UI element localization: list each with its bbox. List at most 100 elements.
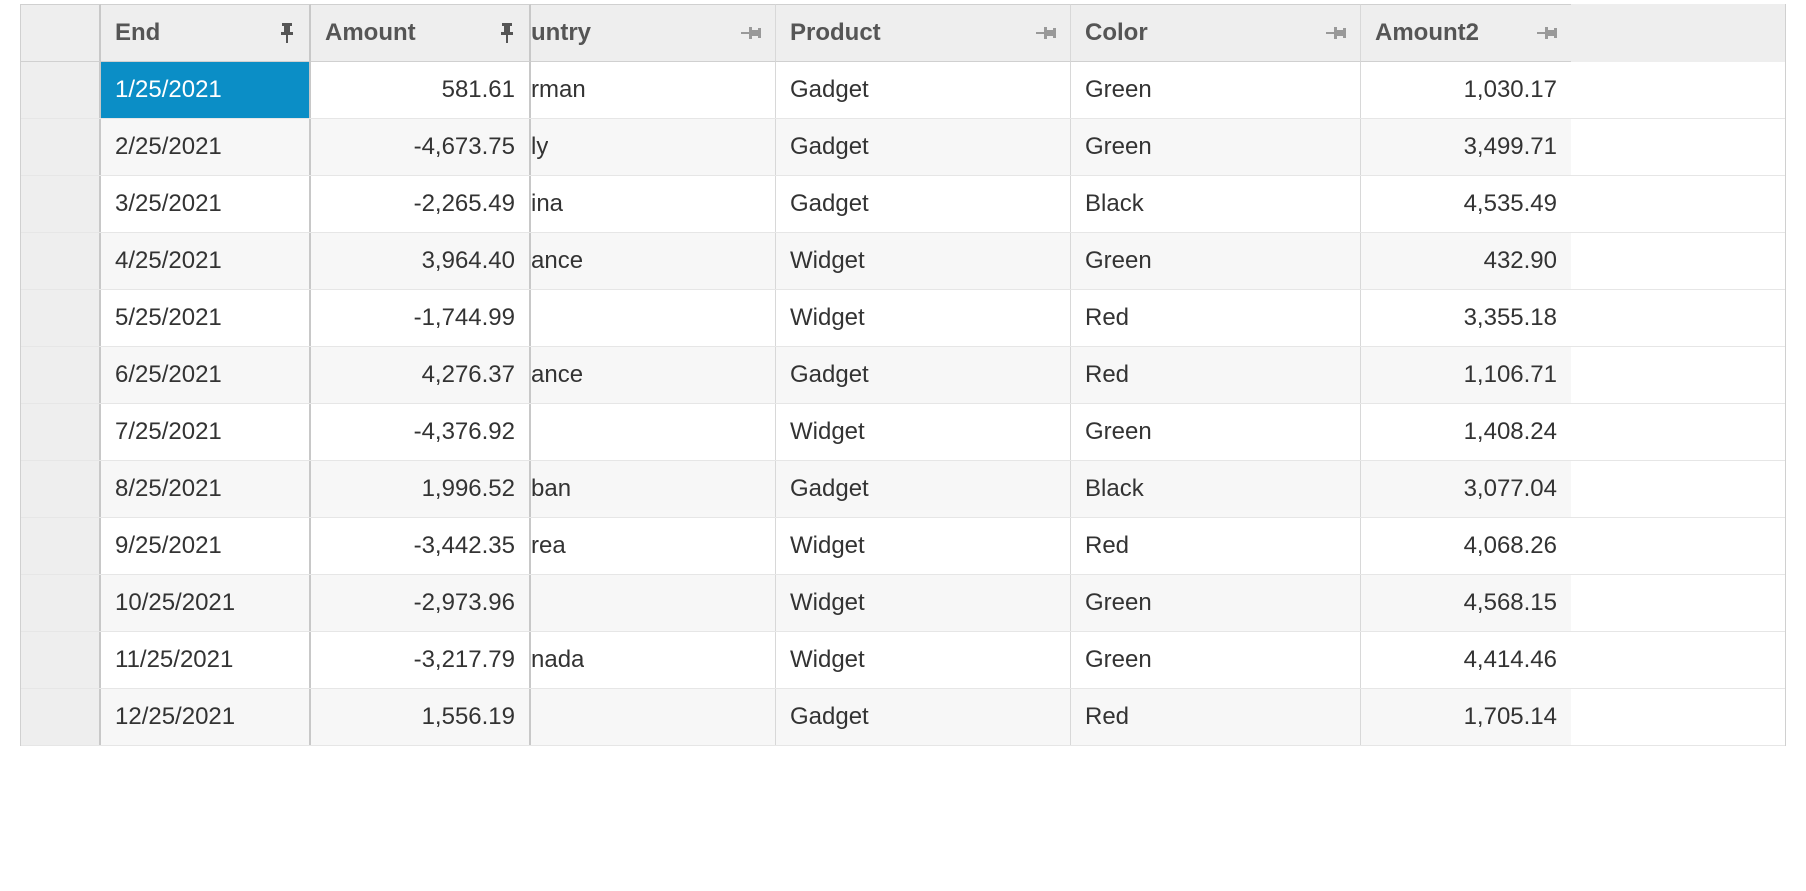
cell-country[interactable]: ina (531, 176, 776, 232)
cell-amount2[interactable]: 3,355.18 (1361, 290, 1571, 346)
cell-country[interactable] (531, 689, 776, 745)
cell-country[interactable] (531, 575, 776, 631)
table-row[interactable]: 2/25/2021-4,673.75lyGadgetGreen3,499.71 (21, 119, 1785, 176)
cell-end[interactable]: 4/25/2021 (101, 233, 311, 289)
row-header[interactable] (21, 518, 101, 574)
table-row[interactable]: 10/25/2021-2,973.96 WidgetGreen4,568.15 (21, 575, 1785, 632)
table-row[interactable]: 7/25/2021-4,376.92WidgetGreen1,408.24 (21, 404, 1785, 461)
cell-product[interactable]: Gadget (776, 689, 1071, 745)
cell-product[interactable]: Gadget (776, 176, 1071, 232)
cell-amount[interactable]: 4,276.37 (311, 347, 531, 403)
pin-icon[interactable] (279, 23, 295, 43)
cell-color[interactable]: Green (1071, 62, 1361, 118)
cell-color[interactable]: Red (1071, 290, 1361, 346)
cell-country[interactable]: rman (531, 62, 776, 118)
cell-amount[interactable]: 1,996.52 (311, 461, 531, 517)
cell-end[interactable]: 2/25/2021 (101, 119, 311, 175)
table-row[interactable]: 11/25/2021-3,217.79nadaWidgetGreen4,414.… (21, 632, 1785, 689)
table-row[interactable]: 9/25/2021-3,442.35reaWidgetRed4,068.26 (21, 518, 1785, 575)
cell-color[interactable]: Black (1071, 176, 1361, 232)
row-header[interactable] (21, 404, 101, 460)
cell-color[interactable]: Black (1071, 461, 1361, 517)
cell-amount[interactable]: -4,673.75 (311, 119, 531, 175)
cell-end[interactable]: 6/25/2021 (101, 347, 311, 403)
cell-end[interactable]: 7/25/2021 (101, 404, 311, 460)
row-header[interactable] (21, 233, 101, 289)
cell-amount2[interactable]: 432.90 (1361, 233, 1571, 289)
cell-amount2[interactable]: 1,408.24 (1361, 404, 1571, 460)
cell-amount[interactable]: -3,442.35 (311, 518, 531, 574)
row-header[interactable] (21, 62, 101, 118)
cell-end[interactable]: 11/25/2021 (101, 632, 311, 688)
cell-end[interactable]: 10/25/2021 (101, 575, 311, 631)
cell-product[interactable]: Gadget (776, 347, 1071, 403)
cell-product[interactable]: Widget (776, 632, 1071, 688)
cell-amount[interactable]: -2,265.49 (311, 176, 531, 232)
cell-amount2[interactable]: 4,068.26 (1361, 518, 1571, 574)
cell-color[interactable]: Red (1071, 347, 1361, 403)
row-header[interactable] (21, 689, 101, 745)
table-row[interactable]: 1/25/2021581.61rmanGadgetGreen1,030.17 (21, 62, 1785, 119)
cell-end[interactable]: 3/25/2021 (101, 176, 311, 232)
pin-icon[interactable] (499, 23, 515, 43)
row-header[interactable] (21, 347, 101, 403)
cell-product[interactable]: Widget (776, 233, 1071, 289)
table-row[interactable]: 12/25/20211,556.19 GadgetRed1,705.14 (21, 689, 1785, 746)
table-row[interactable]: 8/25/20211,996.52banGadgetBlack3,077.04 (21, 461, 1785, 518)
row-header[interactable] (21, 632, 101, 688)
cell-amount[interactable]: -1,744.99 (311, 290, 531, 346)
cell-country[interactable] (531, 290, 776, 346)
cell-amount2[interactable]: 3,499.71 (1361, 119, 1571, 175)
column-header-color[interactable]: Color (1071, 4, 1361, 62)
cell-end[interactable]: 9/25/2021 (101, 518, 311, 574)
cell-color[interactable]: Green (1071, 404, 1361, 460)
cell-end[interactable]: 8/25/2021 (101, 461, 311, 517)
cell-color[interactable]: Green (1071, 233, 1361, 289)
row-header[interactable] (21, 119, 101, 175)
cell-color[interactable]: Green (1071, 575, 1361, 631)
unpin-icon[interactable] (1326, 25, 1346, 41)
row-header[interactable] (21, 461, 101, 517)
cell-end[interactable]: 12/25/2021 (101, 689, 311, 745)
cell-amount[interactable]: 3,964.40 (311, 233, 531, 289)
cell-product[interactable]: Gadget (776, 62, 1071, 118)
unpin-icon[interactable] (1537, 25, 1557, 41)
cell-country[interactable] (531, 404, 776, 460)
cell-product[interactable]: Widget (776, 575, 1071, 631)
row-header[interactable] (21, 290, 101, 346)
column-header-end[interactable]: End (101, 4, 311, 62)
column-header-country[interactable]: untry (531, 4, 776, 62)
cell-product[interactable]: Gadget (776, 119, 1071, 175)
cell-end[interactable]: 5/25/2021 (101, 290, 311, 346)
cell-country[interactable]: ban (531, 461, 776, 517)
cell-color[interactable]: Red (1071, 689, 1361, 745)
table-row[interactable]: 3/25/2021-2,265.49inaGadgetBlack4,535.49 (21, 176, 1785, 233)
cell-amount[interactable]: 581.61 (311, 62, 531, 118)
cell-amount2[interactable]: 4,568.15 (1361, 575, 1571, 631)
table-row[interactable]: 5/25/2021-1,744.99WidgetRed3,355.18 (21, 290, 1785, 347)
cell-end[interactable]: 1/25/2021 (101, 62, 311, 118)
cell-product[interactable]: Widget (776, 518, 1071, 574)
row-header[interactable] (21, 575, 101, 631)
cell-country[interactable]: ance (531, 347, 776, 403)
cell-color[interactable]: Red (1071, 518, 1361, 574)
cell-color[interactable]: Green (1071, 632, 1361, 688)
column-header-amount[interactable]: Amount (311, 4, 531, 62)
cell-amount[interactable]: -3,217.79 (311, 632, 531, 688)
cell-product[interactable]: Widget (776, 404, 1071, 460)
cell-amount[interactable]: 1,556.19 (311, 689, 531, 745)
cell-amount2[interactable]: 4,414.46 (1361, 632, 1571, 688)
cell-country[interactable]: ance (531, 233, 776, 289)
cell-product[interactable]: Gadget (776, 461, 1071, 517)
cell-country[interactable]: nada (531, 632, 776, 688)
cell-amount2[interactable]: 4,535.49 (1361, 176, 1571, 232)
cell-color[interactable]: Green (1071, 119, 1361, 175)
unpin-icon[interactable] (741, 25, 761, 41)
column-header-product[interactable]: Product (776, 4, 1071, 62)
row-header[interactable] (21, 176, 101, 232)
cell-country[interactable]: ly (531, 119, 776, 175)
table-row[interactable]: 4/25/20213,964.40anceWidgetGreen432.90 (21, 233, 1785, 290)
cell-amount2[interactable]: 1,705.14 (1361, 689, 1571, 745)
cell-amount[interactable]: -2,973.96 (311, 575, 531, 631)
cell-country[interactable]: rea (531, 518, 776, 574)
